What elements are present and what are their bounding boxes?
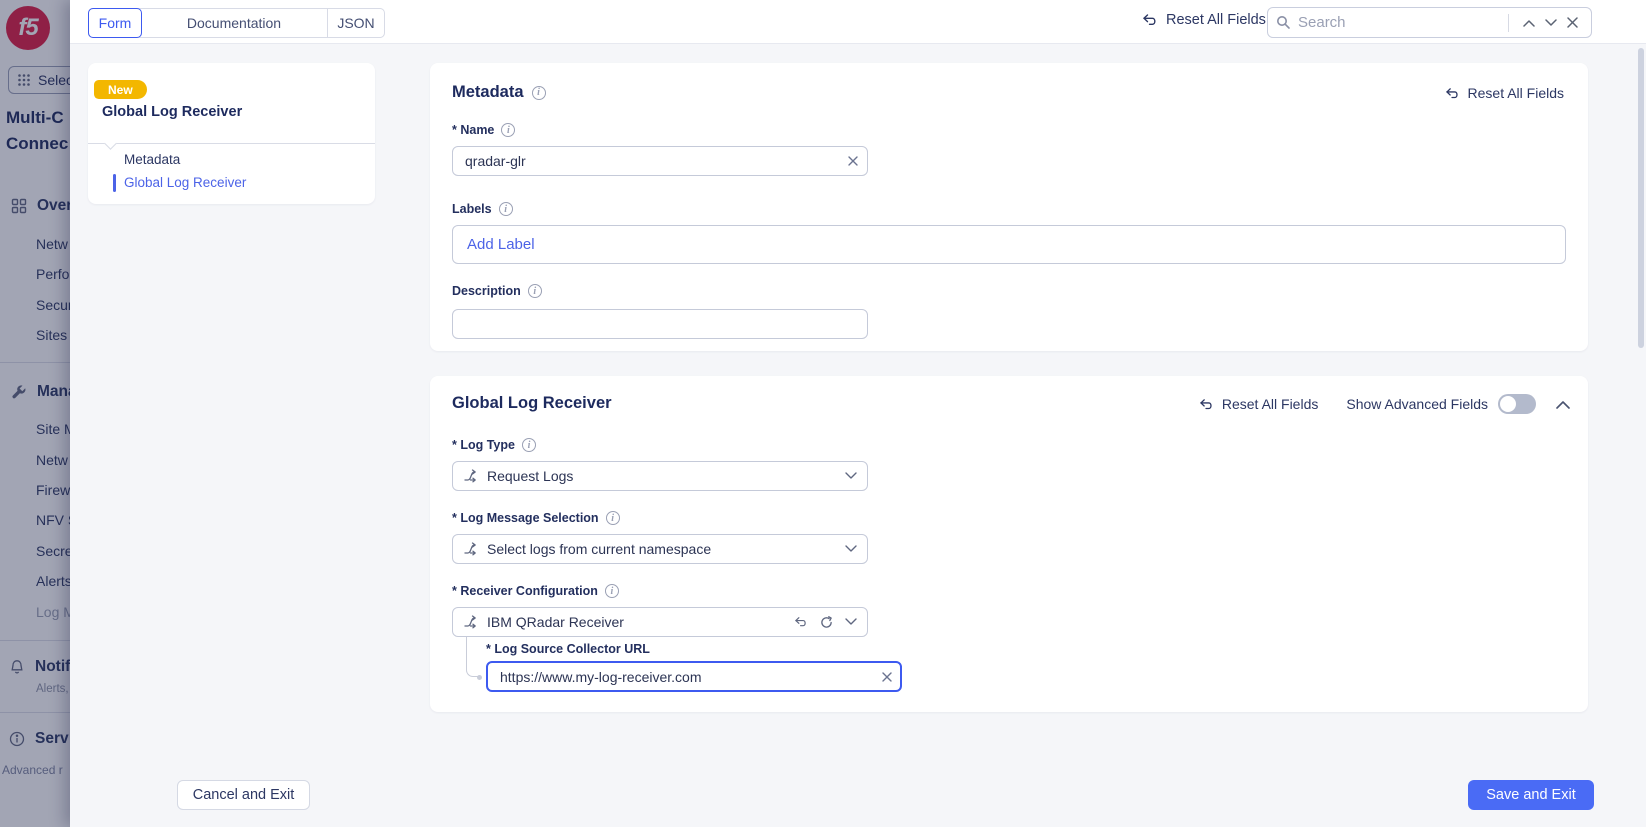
search-input[interactable]: [1298, 14, 1504, 31]
log-message-label: * Log Message Selection: [452, 511, 599, 525]
clear-name-button[interactable]: [848, 156, 858, 166]
receiver-config-value: IBM QRadar Receiver: [487, 614, 794, 630]
save-and-exit-button[interactable]: Save and Exit: [1468, 780, 1594, 810]
info-icon[interactable]: i: [528, 284, 542, 298]
wizard-step-global-log-receiver[interactable]: Global Log Receiver: [124, 175, 246, 190]
description-input[interactable]: [452, 309, 868, 339]
chevron-up-icon: [1523, 19, 1535, 27]
description-input-wrap: [452, 309, 868, 339]
form-modal: Form Documentation JSON Reset All Fields: [70, 0, 1646, 827]
branch-select-icon: [463, 614, 479, 630]
wizard-nav-card: New Global Log Receiver Metadata Global …: [88, 63, 375, 204]
nested-field-connector-dot: [477, 675, 482, 680]
receiver-config-label-row: * Receiver Configuration i: [452, 584, 619, 598]
toggle-knob: [1500, 396, 1516, 412]
info-icon[interactable]: i: [532, 86, 546, 100]
new-badge: New: [94, 80, 147, 99]
info-icon[interactable]: i: [606, 511, 620, 525]
undo-icon[interactable]: [794, 616, 808, 628]
tab-documentation[interactable]: Documentation: [141, 9, 327, 37]
chevron-down-icon: [845, 545, 857, 553]
close-icon: [1567, 17, 1578, 28]
reset-all-fields-label: Reset All Fields: [1166, 12, 1266, 28]
search-bar: [1267, 7, 1592, 38]
log-type-value: Request Logs: [487, 468, 845, 484]
wizard-step-metadata[interactable]: Metadata: [124, 152, 180, 167]
search-close-button[interactable]: [1562, 15, 1583, 30]
refresh-icon[interactable]: [820, 616, 833, 629]
name-input[interactable]: [452, 146, 868, 176]
close-icon: [882, 672, 892, 682]
log-message-select[interactable]: Select logs from current namespace: [452, 534, 868, 564]
info-icon[interactable]: i: [499, 202, 513, 216]
collapse-notch-icon[interactable]: [104, 137, 117, 150]
collapse-section-button[interactable]: [1556, 400, 1570, 409]
wizard-title: Global Log Receiver: [102, 104, 242, 120]
description-field-label-row: Description i: [452, 284, 542, 298]
glr-card-title: Global Log Receiver: [452, 394, 612, 413]
undo-icon: [1199, 398, 1214, 411]
log-type-select[interactable]: Request Logs: [452, 461, 868, 491]
glr-card: Global Log Receiver Reset All Fields Sho…: [430, 376, 1588, 712]
active-step-indicator: [113, 174, 116, 192]
name-field-label: * Name: [452, 123, 494, 137]
metadata-reset-all-button[interactable]: Reset All Fields: [1445, 85, 1564, 101]
chevron-down-icon: [845, 472, 857, 480]
name-input-wrap: [452, 146, 868, 176]
show-advanced-fields-label: Show Advanced Fields: [1346, 396, 1488, 412]
glr-card-title-row: Global Log Receiver: [452, 394, 612, 413]
wizard-divider: [88, 143, 375, 144]
name-field-label-row: * Name i: [452, 123, 515, 137]
log-message-label-row: * Log Message Selection i: [452, 511, 620, 525]
show-advanced-toggle[interactable]: [1498, 394, 1536, 414]
tab-json[interactable]: JSON: [327, 9, 384, 37]
info-icon[interactable]: i: [605, 584, 619, 598]
url-input[interactable]: [486, 661, 902, 692]
chevron-down-icon: [845, 618, 857, 626]
log-type-label-row: * Log Type i: [452, 438, 536, 452]
labels-field-label-row: Labels i: [452, 202, 513, 216]
modal-header: Form Documentation JSON Reset All Fields: [70, 0, 1646, 44]
close-icon: [848, 156, 858, 166]
search-divider: [1508, 14, 1509, 32]
log-message-value: Select logs from current namespace: [487, 541, 845, 557]
glr-reset-all-label: Reset All Fields: [1222, 396, 1318, 412]
url-input-wrap: [486, 661, 902, 692]
metadata-card-title-row: Metadata i: [452, 83, 546, 102]
receiver-config-select[interactable]: IBM QRadar Receiver: [452, 607, 868, 637]
tab-form[interactable]: Form: [88, 8, 142, 38]
nested-field-connector: [466, 637, 479, 677]
url-label-row: * Log Source Collector URL: [486, 642, 650, 656]
branch-select-icon: [463, 541, 479, 557]
undo-icon: [1142, 13, 1158, 27]
metadata-card-title: Metadata: [452, 83, 524, 102]
clear-url-button[interactable]: [882, 672, 892, 682]
view-tabs: Form Documentation JSON: [88, 8, 385, 38]
undo-icon: [1445, 87, 1460, 100]
labels-field-label: Labels: [452, 202, 492, 216]
search-next-button[interactable]: [1540, 17, 1562, 29]
reset-all-fields-button[interactable]: Reset All Fields: [1142, 12, 1266, 28]
receiver-config-label: * Receiver Configuration: [452, 584, 598, 598]
chevron-down-icon: [1545, 19, 1557, 27]
labels-input[interactable]: Add Label: [452, 225, 1566, 264]
add-label-placeholder[interactable]: Add Label: [467, 236, 535, 253]
chevron-up-icon: [1556, 400, 1570, 409]
scrollbar-thumb[interactable]: [1638, 48, 1644, 348]
search-icon: [1276, 15, 1291, 30]
metadata-reset-all-label: Reset All Fields: [1468, 85, 1564, 101]
info-icon[interactable]: i: [522, 438, 536, 452]
info-icon[interactable]: i: [501, 123, 515, 137]
branch-select-icon: [463, 468, 479, 484]
url-label: * Log Source Collector URL: [486, 642, 650, 656]
description-field-label: Description: [452, 284, 521, 298]
glr-header-controls: Reset All Fields Show Advanced Fields: [1199, 394, 1570, 414]
metadata-card: Metadata i Reset All Fields * Name i Lab…: [430, 63, 1588, 351]
search-prev-button[interactable]: [1518, 17, 1540, 29]
log-type-label: * Log Type: [452, 438, 515, 452]
cancel-and-exit-button[interactable]: Cancel and Exit: [177, 780, 310, 810]
glr-reset-all-button[interactable]: Reset All Fields: [1199, 396, 1318, 412]
